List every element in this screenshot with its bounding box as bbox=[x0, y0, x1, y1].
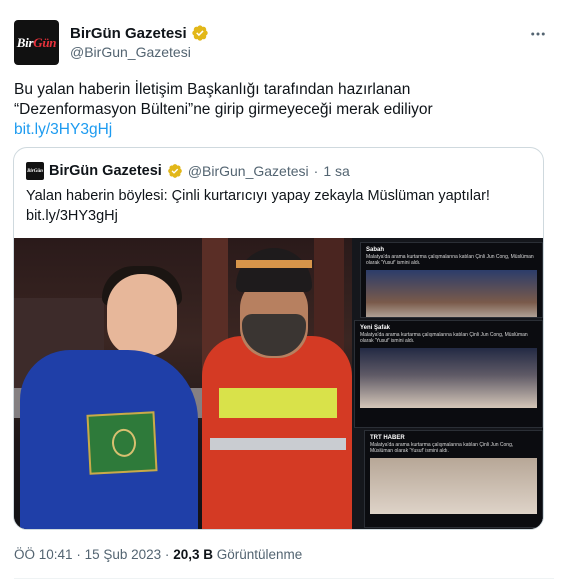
rescue-photo bbox=[14, 238, 352, 529]
quoted-avatar[interactable]: BirGün bbox=[26, 162, 44, 180]
views-count[interactable]: 20,3 B bbox=[173, 547, 213, 562]
tweet-meta: ÖÖ 10:41 · 15 Şub 2023 · 20,3 B Görüntül… bbox=[14, 547, 302, 562]
tweet-header: BirGün BirGün Gazetesi @BirGun_Gazetesi bbox=[14, 20, 554, 68]
quoted-tweet[interactable]: BirGün BirGün Gazetesi @BirGun_Gazetesi … bbox=[13, 147, 544, 530]
tweet-time[interactable]: ÖÖ 10:41 bbox=[14, 547, 73, 562]
news-card-trt-haber: TRT HABER Malatya'da arama kurtarma çalı… bbox=[364, 430, 543, 528]
quran-book-image bbox=[86, 411, 158, 475]
quoted-separator: · bbox=[313, 163, 319, 179]
author-handle[interactable]: @BirGun_Gazetesi bbox=[70, 44, 191, 60]
quoted-media[interactable]: Sabah Malatya'da arama kurtarma çalışmal… bbox=[14, 238, 543, 529]
tweet-link[interactable]: bit.ly/3HY3gHj bbox=[14, 120, 534, 140]
news-card-sabah: Sabah Malatya'da arama kurtarma çalışmal… bbox=[360, 242, 543, 318]
quoted-display-name[interactable]: BirGün Gazetesi bbox=[49, 163, 162, 179]
avatar-logo: BirGün bbox=[16, 34, 57, 50]
views-label: Görüntülenme bbox=[216, 547, 303, 562]
news-card-yeni-safak: Yeni Şafak Malatya'da arama kurtarma çal… bbox=[354, 320, 543, 428]
meta-separator-2: · bbox=[164, 547, 170, 562]
author-name-row: BirGün Gazetesi bbox=[70, 24, 209, 42]
quoted-text: Yalan haberin böylesi: Çinli kurtarıcıyı… bbox=[26, 186, 531, 226]
tweet-date[interactable]: 15 Şub 2023 bbox=[85, 547, 162, 562]
avatar[interactable]: BirGün bbox=[14, 20, 59, 65]
news-screenshot-collage: Sabah Malatya'da arama kurtarma çalışmal… bbox=[352, 238, 543, 529]
quoted-timestamp[interactable]: 1 sa bbox=[323, 163, 349, 179]
quoted-text-body: Yalan haberin böylesi: Çinli kurtarıcıyı… bbox=[26, 188, 490, 204]
quoted-link[interactable]: bit.ly/3HY3gHj bbox=[26, 206, 531, 226]
quoted-tweet-header: BirGün BirGün Gazetesi @BirGun_Gazetesi … bbox=[26, 162, 350, 180]
divider bbox=[14, 578, 554, 579]
author-display-name[interactable]: BirGün Gazetesi bbox=[70, 25, 187, 42]
quoted-handle[interactable]: @BirGun_Gazetesi bbox=[188, 163, 309, 179]
tweet-text: Bu yalan haberin İletişim Başkanlığı tar… bbox=[14, 80, 534, 140]
tweet-text-line-2: “Dezenformasyon Bülteni”ne girip girmeye… bbox=[14, 101, 433, 118]
quoted-verified-badge-icon bbox=[167, 164, 182, 178]
more-options-icon[interactable] bbox=[526, 22, 550, 46]
verified-badge-icon bbox=[192, 25, 208, 41]
meta-separator-1: · bbox=[76, 547, 81, 562]
tweet-text-line-1: Bu yalan haberin İletişim Başkanlığı tar… bbox=[14, 81, 411, 98]
